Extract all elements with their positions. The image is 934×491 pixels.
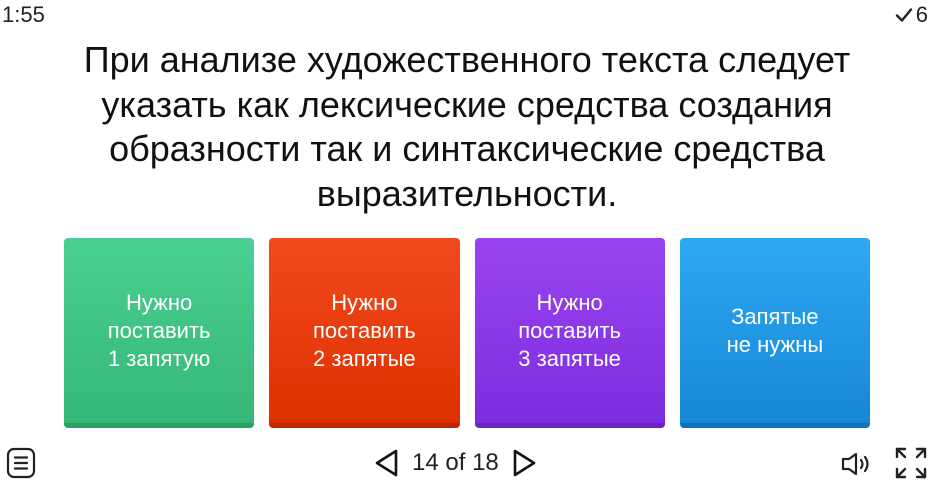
prev-arrow-icon[interactable] bbox=[372, 448, 402, 478]
answer-option-1[interactable]: Нужно поставить 1 запятую bbox=[64, 238, 255, 428]
page-total: 18 bbox=[472, 449, 499, 476]
page-of: of bbox=[445, 449, 466, 476]
timer: 1:55 bbox=[2, 2, 45, 27]
next-arrow-icon[interactable] bbox=[509, 448, 539, 478]
menu-icon bbox=[6, 447, 36, 479]
checkmark-icon bbox=[895, 8, 912, 22]
fullscreen-button[interactable] bbox=[894, 446, 928, 485]
answer-options: Нужно поставить 1 запятую Нужно поставит… bbox=[64, 238, 870, 428]
answer-option-3[interactable]: Нужно поставить 3 запятые bbox=[474, 238, 665, 428]
score-counter: 6 bbox=[895, 2, 928, 28]
question-text: При анализе художественного текста следу… bbox=[83, 39, 851, 214]
pagination: 14 of 18 bbox=[372, 447, 539, 479]
sound-button[interactable] bbox=[840, 450, 876, 483]
answer-option-4[interactable]: Запятые не нужны bbox=[679, 238, 870, 428]
score-value: 6 bbox=[915, 2, 928, 27]
menu-button[interactable] bbox=[6, 447, 36, 479]
page-indicator: 14 of 18 bbox=[412, 449, 499, 477]
speaker-icon bbox=[841, 452, 869, 476]
answer-option-2[interactable]: Нужно поставить 2 запятые bbox=[269, 238, 460, 428]
fullscreen-icon bbox=[895, 447, 927, 479]
page-current: 14 bbox=[412, 449, 439, 476]
